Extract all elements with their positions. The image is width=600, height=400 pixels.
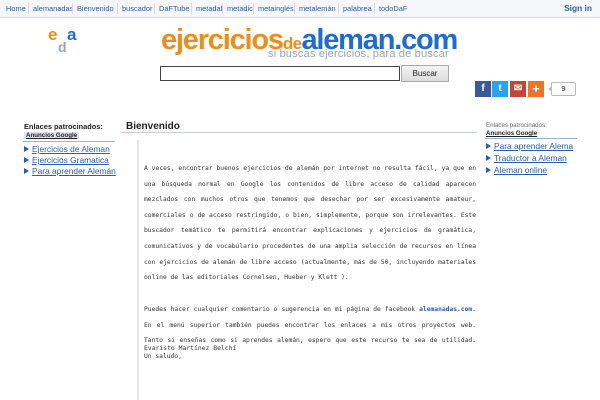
svg-text:e: e [48, 25, 57, 44]
left-ad-link-label: Ejercicios de Aleman [32, 144, 110, 154]
contact-text-before: Puedes hacer cualquier comentario o suge… [144, 306, 420, 313]
left-sponsored-title: Enlaces patrocinados: [24, 122, 103, 131]
more-share-icon[interactable]: + [528, 81, 544, 97]
nav-separator [28, 3, 29, 14]
title-divider [121, 132, 477, 133]
mail-share-icon[interactable]: ✉ [510, 81, 526, 97]
left-ad-link[interactable]: Ejercicios de Aleman [24, 144, 116, 154]
nav-item-palabrea[interactable]: palabrea [343, 4, 372, 13]
nav-item-home[interactable]: Home [6, 4, 26, 13]
svg-text:d: d [58, 39, 67, 55]
left-ad-link-label: Para aprender Alemán [32, 166, 116, 176]
arrow-right-icon [486, 167, 491, 173]
nav-separator [374, 3, 375, 14]
contact-paragraph: Puedes hacer cualquier comentario o suge… [144, 302, 476, 364]
nav-item-metaingles[interactable]: metainglés [258, 4, 294, 13]
site-tagline: si buscas ejercicios, para de buscar [268, 48, 449, 60]
nav-item-metadaf[interactable]: metadaf [196, 4, 223, 13]
nav-item-daftube[interactable]: DaFTube [159, 4, 190, 13]
page-title: Bienvenido [126, 121, 180, 132]
signature: Evaristo Martínez Belchí [144, 344, 237, 352]
right-ad-link-label: Aleman online [494, 165, 548, 175]
right-sponsored-title: Enlaces patrocinados: [486, 122, 547, 129]
left-ads-divider [23, 141, 115, 142]
nav-separator [154, 3, 155, 14]
nav-item-tododaf[interactable]: todoDaF [379, 4, 407, 13]
right-ad-link[interactable]: Para aprender Alema [486, 141, 573, 151]
left-ad-link[interactable]: Ejercicios Gramatica [24, 155, 116, 165]
nav-item-metadic[interactable]: metadic [227, 4, 253, 13]
nav-separator [294, 3, 295, 14]
arrow-right-icon [24, 157, 29, 163]
svg-text:a: a [67, 25, 77, 44]
arrow-right-icon [24, 146, 29, 152]
share-count-badge: 9 [548, 82, 576, 96]
eda-logo-icon[interactable]: e d a [46, 25, 80, 57]
nav-separator [338, 3, 339, 14]
nav-item-metaleman[interactable]: metalemán [299, 4, 336, 13]
nav-separator [191, 3, 192, 14]
right-ad-link-label: Para aprender Alema [494, 141, 574, 151]
twitter-share-icon[interactable]: t [492, 81, 508, 97]
right-ad-link[interactable]: Aleman online [486, 165, 547, 175]
nav-item-bienvenido[interactable]: Bienvenido [77, 4, 114, 13]
nav-separator [222, 3, 223, 14]
search-button[interactable]: Buscar [401, 65, 449, 82]
left-ad-link[interactable]: Para aprender Alemán [24, 166, 116, 176]
nav-separator [253, 3, 254, 14]
right-ads-label[interactable]: Anuncios Google [486, 130, 537, 137]
arrow-right-icon [486, 143, 491, 149]
left-ad-link-label: Ejercicios Gramatica [32, 155, 109, 165]
nav-item-alemanadas[interactable]: alemanadas [33, 4, 73, 13]
alemanadas-link[interactable]: alemanadas.com [419, 306, 472, 313]
right-ad-link-label: Traductor a Aleman [494, 153, 567, 163]
facebook-share-icon[interactable]: f [475, 81, 491, 97]
nav-item-buscador[interactable]: buscador [122, 4, 152, 13]
left-ads-label[interactable]: Anuncios Google [24, 132, 80, 139]
arrow-right-icon [486, 155, 491, 161]
top-nav: Home alemanadas Bienvenido buscador DaFT… [0, 0, 600, 18]
logo-text-ejercicios: ejercicios [161, 24, 284, 56]
right-ad-link[interactable]: Traductor a Aleman [486, 153, 567, 163]
intro-paragraph: A veces, encontrar buenos ejercicios de … [144, 165, 476, 282]
nav-separator [117, 3, 118, 14]
sign-in-link[interactable]: Sign in [564, 3, 592, 13]
nav-separator [72, 3, 73, 14]
search-input[interactable] [160, 66, 400, 81]
arrow-right-icon [24, 168, 29, 174]
right-ads-divider [485, 138, 577, 139]
